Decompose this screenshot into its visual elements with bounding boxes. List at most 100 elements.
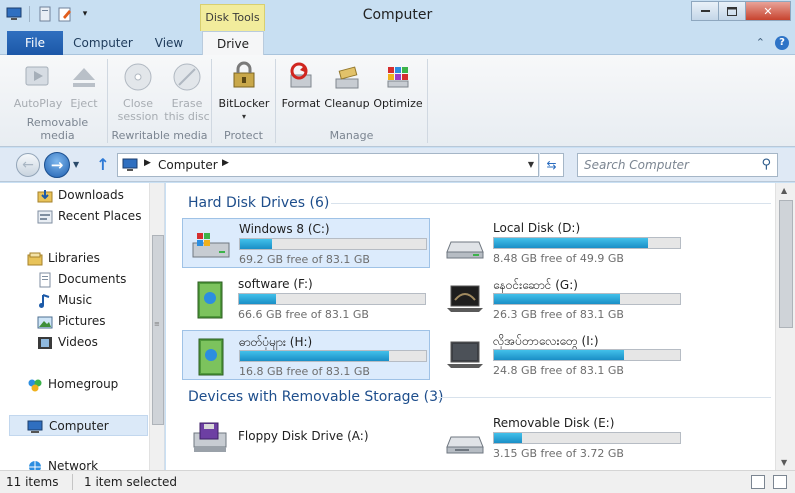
minimize-button[interactable] [691,1,718,21]
eject-label: Eject [70,97,98,110]
bitlocker-icon [233,61,255,88]
drive-i[interactable]: လိုအပ်တာလေးတွေ (I:) 24.8 GB free of 83.1… [437,330,685,380]
format-label: Format [281,97,321,110]
minimize-ribbon-icon[interactable]: ⌃ [756,36,765,50]
breadcrumb-computer[interactable]: Computer [158,158,218,172]
chevron-down-icon: ▾ [241,112,246,121]
autoplay-icon [25,66,49,86]
drive-name: Removable Disk (E:) [493,416,615,430]
group-protect: BitLocker ▾ Protect [212,59,276,143]
scroll-down-icon[interactable]: ▼ [781,458,787,467]
drive-usage-fill [494,350,625,360]
nav-item-pictures[interactable]: Pictures [0,311,148,332]
drive-h[interactable]: ဓာတ်ပုံများ (H:) 16.8 GB free of 83.1 GB [182,330,430,380]
view-switcher [751,475,787,489]
bitlocker-button[interactable]: BitLocker ▾ [216,61,272,123]
help-icon[interactable]: ? [775,36,789,50]
drive-free-space: 26.3 GB free of 83.1 GB [493,308,624,321]
documents-icon [39,272,51,288]
close-session-label-1: Close [123,97,153,110]
customize-qat-icon[interactable]: ▾ [77,6,93,22]
nav-item-libraries[interactable]: Libraries [0,248,148,269]
ribbon: AutoPlay Eject Removable media Close ses… [0,55,795,147]
content-scrollbar[interactable]: ▲ ▼ [775,183,795,470]
drive-usage-bar [238,293,426,305]
search-box[interactable]: ⚲ [577,153,778,177]
address-bar[interactable]: ▶ Computer ▶ ▼ [117,153,539,177]
eject-button[interactable]: Eject [66,61,102,110]
large-icons-view-icon[interactable] [773,475,787,489]
erase-disc-icon [173,63,201,91]
close-button[interactable]: ✕ [745,1,791,21]
window-title: Computer [362,7,433,23]
scrollbar-thumb[interactable] [152,235,164,425]
nav-item-homegroup[interactable]: Homegroup [0,374,148,395]
status-divider [72,474,73,490]
scrollbar-thumb[interactable] [779,200,793,328]
tab-computer[interactable]: Computer [70,31,136,55]
pictures-icon [37,316,53,329]
quick-access-toolbar: ▾ [6,6,93,22]
maximize-button[interactable] [718,1,745,21]
nav-item-recent-places[interactable]: Recent Places [0,206,148,227]
drive-d[interactable]: Local Disk (D:) 8.48 GB free of 49.9 GB [437,218,685,268]
properties-icon[interactable] [37,6,53,22]
close-session-button[interactable]: Close session [114,61,162,123]
drive-e[interactable]: Removable Disk (E:) 3.15 GB free of 3.72… [437,413,685,463]
group-manage: Format Cleanup Optimize Manage [276,59,428,143]
nav-item-downloads[interactable]: Downloads [0,185,148,206]
computer-icon[interactable] [6,6,22,22]
status-bar: 11 items 1 item selected [0,470,795,493]
new-folder-icon[interactable] [57,6,73,22]
nav-item-computer[interactable]: Computer [9,415,148,436]
drive-name: Local Disk (D:) [493,221,581,235]
nav-label: Music [58,293,93,307]
tab-view[interactable]: View [146,31,192,55]
nav-label: Pictures [58,314,106,328]
forward-button[interactable]: → [44,152,70,178]
up-arrow-icon[interactable]: ↑ [95,156,111,174]
content-pane: Hard Disk Drives (6) Windows 8 (C:) 69.2… [166,183,775,470]
nav-label: Homegroup [48,377,119,391]
drive-f[interactable]: software (F:) 66.6 GB free of 83.1 GB [182,274,430,324]
back-button[interactable]: ← [16,153,40,177]
drive-g[interactable]: နေဝင်းဆောင် (G:) 26.3 GB free of 83.1 GB [437,274,685,324]
nav-item-videos[interactable]: Videos [0,332,148,353]
cleanup-button[interactable]: Cleanup [322,61,372,110]
drive-usage-bar [493,237,681,249]
nav-item-music[interactable]: Music [0,290,148,311]
tab-drive[interactable]: Drive [202,31,264,56]
search-icon[interactable]: ⚲ [761,157,771,172]
address-dropdown-icon[interactable]: ▼ [528,160,534,169]
autoplay-button[interactable]: AutoPlay [12,61,64,110]
laptop-icon [447,341,483,368]
recent-locations-chevron-icon[interactable]: ▼ [73,160,79,169]
laptop-icon [447,285,483,312]
drive-usage-fill [494,238,649,248]
ribbon-tabs: File Computer View Drive ⌃ ? [0,31,795,56]
refresh-button[interactable]: ⇆ [540,153,564,177]
breadcrumb-chevron-icon[interactable]: ▶ [144,158,151,168]
group-name: Manage [329,129,374,142]
search-input[interactable] [584,157,754,173]
erase-disc-button[interactable]: Erase this disc [162,61,212,123]
item-count: 11 items [6,475,59,489]
group-header-hard-disk-drives[interactable]: Hard Disk Drives (6) [188,195,329,211]
software-box-icon [198,338,224,376]
details-view-icon[interactable] [751,475,765,489]
drive-c[interactable]: Windows 8 (C:) 69.2 GB free of 83.1 GB [182,218,430,268]
scroll-up-icon[interactable]: ▲ [781,186,787,195]
format-button[interactable]: Format [280,61,322,110]
nav-item-network[interactable]: Network [0,456,148,470]
optimize-button[interactable]: Optimize [372,61,424,110]
drive-a[interactable]: Floppy Disk Drive (A:) [182,413,430,463]
nav-pane-scrollbar[interactable]: ≡ [149,183,164,470]
group-header-removable-storage[interactable]: Devices with Removable Storage (3) [188,389,443,405]
removable-disk-icon [446,436,484,454]
drive-free-space: 8.48 GB free of 49.9 GB [493,252,624,265]
nav-item-documents[interactable]: Documents [0,269,148,290]
tab-file[interactable]: File [7,31,63,55]
cleanup-icon [335,66,359,89]
group-name: Removable media [26,116,89,142]
breadcrumb-chevron-icon[interactable]: ▶ [222,158,229,168]
